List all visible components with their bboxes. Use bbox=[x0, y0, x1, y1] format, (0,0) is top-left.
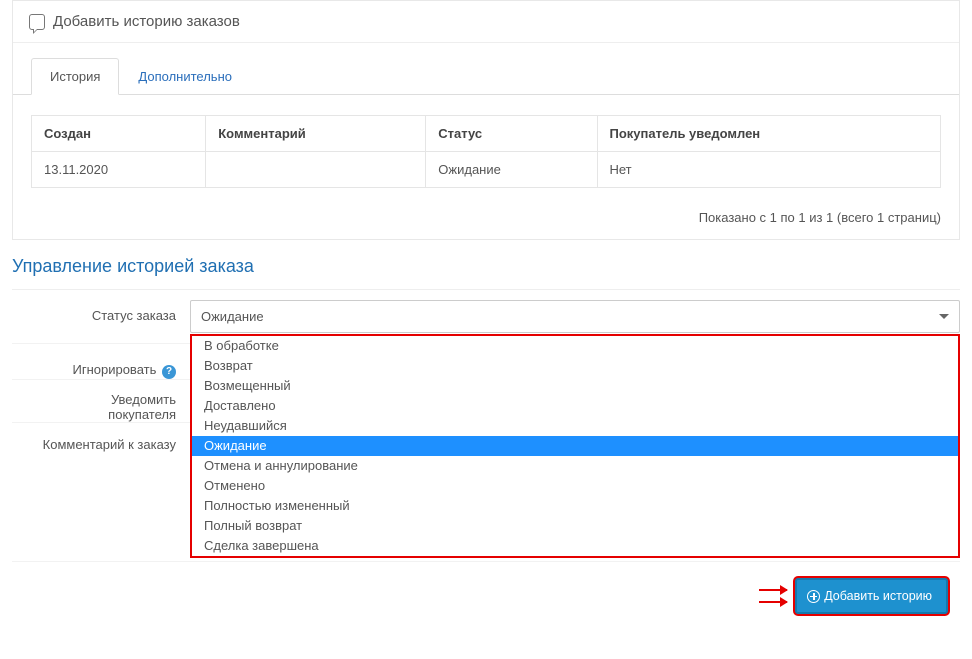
button-row: Добавить историю bbox=[12, 562, 960, 622]
comment-icon bbox=[29, 14, 45, 30]
arrow-icon bbox=[759, 589, 787, 591]
status-option[interactable]: Сделка завершена bbox=[192, 536, 958, 556]
arrow-icon bbox=[759, 601, 787, 603]
panel-header: Добавить историю заказов bbox=[13, 1, 959, 43]
status-option[interactable]: Отменено bbox=[192, 476, 958, 496]
tab-history[interactable]: История bbox=[31, 58, 119, 95]
highlight-arrows bbox=[759, 589, 787, 603]
tab-content: Создан Комментарий Статус Покупатель уве… bbox=[13, 95, 959, 200]
order-history-panel: Добавить историю заказов История Дополни… bbox=[12, 0, 960, 240]
status-option[interactable]: Полный возврат bbox=[192, 516, 958, 536]
cell-created: 13.11.2020 bbox=[32, 152, 206, 188]
comment-label: Комментарий к заказу bbox=[12, 423, 190, 452]
row-status: Статус заказа Ожидание В обработке Возвр… bbox=[12, 290, 960, 344]
pagination-info: Показано с 1 по 1 из 1 (всего 1 страниц) bbox=[13, 200, 959, 239]
ignore-text: Игнорировать bbox=[72, 362, 156, 377]
notify-text-1: Уведомить bbox=[111, 392, 176, 407]
status-option[interactable]: Отмена и аннулирование bbox=[192, 456, 958, 476]
col-created: Создан bbox=[32, 116, 206, 152]
status-label: Статус заказа bbox=[12, 290, 190, 323]
status-option[interactable]: Полностью измененный bbox=[192, 496, 958, 516]
status-option[interactable]: Возмещенный bbox=[192, 376, 958, 396]
col-comment: Комментарий bbox=[206, 116, 426, 152]
tabs: История Дополнительно bbox=[13, 43, 959, 95]
status-select[interactable]: Ожидание bbox=[190, 300, 960, 333]
status-option[interactable]: Неудавшийся bbox=[192, 416, 958, 436]
status-option[interactable]: Возврат bbox=[192, 356, 958, 376]
status-option[interactable]: В обработке bbox=[192, 336, 958, 356]
status-dropdown: В обработке Возврат Возмещенный Доставле… bbox=[190, 334, 960, 558]
add-history-button[interactable]: Добавить историю bbox=[795, 578, 948, 614]
notify-text-2: покупателя bbox=[108, 407, 176, 422]
button-label: Добавить историю bbox=[824, 589, 932, 603]
status-value: Ожидание bbox=[201, 309, 264, 324]
tab-label: Дополнительно bbox=[138, 69, 232, 84]
cell-notified: Нет bbox=[597, 152, 941, 188]
col-notified: Покупатель уведомлен bbox=[597, 116, 941, 152]
notify-label: Уведомить покупателя bbox=[12, 380, 190, 422]
help-icon[interactable]: ? bbox=[162, 365, 176, 379]
cell-status: Ожидание bbox=[426, 152, 597, 188]
chevron-down-icon bbox=[939, 314, 949, 319]
history-table: Создан Комментарий Статус Покупатель уве… bbox=[31, 115, 941, 188]
cell-comment bbox=[206, 152, 426, 188]
section-title: Управление историей заказа bbox=[0, 252, 972, 289]
tab-label: История bbox=[50, 69, 100, 84]
status-option-selected[interactable]: Ожидание bbox=[192, 436, 958, 456]
table-row: 13.11.2020 Ожидание Нет bbox=[32, 152, 941, 188]
col-status: Статус bbox=[426, 116, 597, 152]
table-header-row: Создан Комментарий Статус Покупатель уве… bbox=[32, 116, 941, 152]
plus-circle-icon bbox=[807, 590, 820, 603]
status-control: Ожидание В обработке Возврат Возмещенный… bbox=[190, 290, 960, 343]
panel-title: Добавить историю заказов bbox=[53, 13, 240, 30]
ignore-label: Игнорировать ? bbox=[12, 344, 190, 379]
status-option[interactable]: Доставлено bbox=[192, 396, 958, 416]
tab-additional[interactable]: Дополнительно bbox=[119, 58, 251, 95]
form-area: Статус заказа Ожидание В обработке Возвр… bbox=[12, 289, 960, 622]
